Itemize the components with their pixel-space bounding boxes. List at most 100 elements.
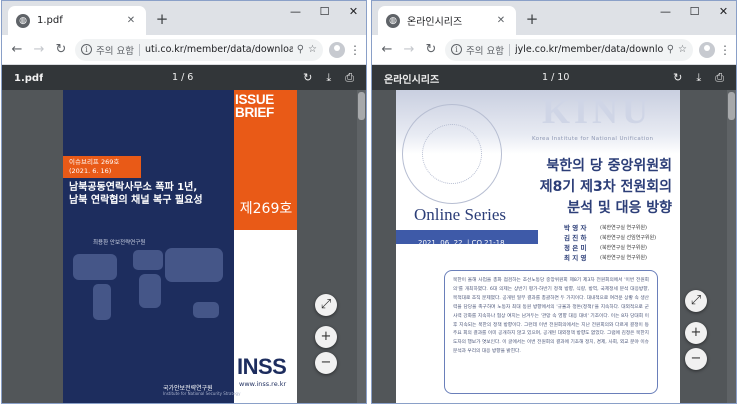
browser-toolbar: ← → ↻ i 주의 요함 jyle.co.kr/member/data/dow…: [372, 35, 736, 65]
issue-label: 이슈브리프 269호 (2021. 6. 16): [63, 156, 141, 178]
search-icon[interactable]: ⚲: [667, 44, 674, 55]
download-icon[interactable]: ⤓: [696, 71, 701, 85]
report-date: 2021. 06. 22. | CO 21-18: [418, 239, 505, 247]
tab-online-series[interactable]: ◍ 온라인시리즈 ✕: [378, 6, 516, 35]
download-icon[interactable]: ⤓: [326, 71, 331, 85]
fit-page-button[interactable]: ⤢: [315, 294, 337, 316]
info-icon[interactable]: i: [451, 44, 462, 55]
forward-button[interactable]: →: [28, 39, 50, 61]
pdf-viewer[interactable]: KINU Korea Institute for National Unific…: [372, 90, 736, 403]
abstract-box: 북한이 올해 사업을 총화 점검하는 조선노동당 중앙위원회 제8기 제3차 전…: [444, 270, 658, 394]
author-affiliation: (북한연구실 선임연구위원): [600, 234, 657, 241]
browser-toolbar: ← → ↻ i 주의 요함 uti.co.kr/member/data/down…: [2, 35, 366, 65]
window-controls: — ☐ ✕: [281, 1, 366, 23]
url-text[interactable]: jyle.co.kr/member/data/download/1.pdf: [515, 44, 663, 55]
headline-line-2: 남북 연락협의 채널 복구 필요성: [69, 195, 203, 206]
world-map-graphic: [73, 248, 223, 320]
issue-label-number: 이슈브리프 269호: [69, 158, 120, 166]
menu-dots-icon[interactable]: ⋮: [718, 43, 732, 57]
pdf-toolbar: 1.pdf 1 / 6 ↻ ⤓ ⎙: [2, 65, 366, 91]
address-bar[interactable]: i 주의 요함 uti.co.kr/member/data/download/1…: [75, 38, 323, 61]
inss-logo: INSS: [237, 354, 287, 379]
page-indicator[interactable]: 1 / 10: [542, 72, 569, 83]
scrollbar-thumb[interactable]: [358, 92, 365, 120]
scrollbar[interactable]: [727, 90, 736, 403]
tab-title: 1.pdf: [37, 15, 63, 26]
organization-name-en: Institute for National Security Strategy: [163, 391, 241, 396]
globe-icon: ◍: [16, 13, 30, 28]
inss-website: www.inss.re.kr: [239, 380, 287, 388]
new-tab-button[interactable]: +: [523, 11, 541, 29]
abstract-text: 북한이 올해 사업을 총화 점검하는 조선노동당 중앙위원회 제8기 제3차 전…: [453, 278, 649, 355]
globe-icon: ◍: [386, 13, 400, 28]
pdf-page: KINU Korea Institute for National Unific…: [396, 90, 680, 403]
forward-button[interactable]: →: [398, 39, 420, 61]
back-button[interactable]: ←: [6, 39, 28, 61]
browser-window-left: ◍ 1.pdf ✕ + — ☐ ✕ ← → ↻ i 주의 요함 uti.co.k…: [1, 0, 367, 404]
avatar-icon[interactable]: [699, 41, 715, 58]
title-line-2: 제8기 제3차 전원회의: [539, 179, 672, 195]
close-window-button[interactable]: ✕: [339, 1, 366, 23]
star-icon[interactable]: ☆: [308, 44, 317, 55]
author-name: 김 진 하: [564, 234, 587, 242]
security-label[interactable]: 주의 요함: [466, 43, 504, 57]
author-list: 박 영 자 (북한연구실 연구위원) 김 진 하 (북한연구실 선임연구위원) 정 …: [564, 222, 676, 262]
pdf-page: 이슈브리프 269호 (2021. 6. 16) 남북공동연락사무소 폭파 1년…: [63, 90, 297, 403]
reload-button[interactable]: ↻: [50, 39, 72, 61]
series-name: Online Series: [413, 205, 507, 224]
star-icon[interactable]: ☆: [678, 44, 687, 55]
author-name: 최 지 영: [564, 254, 587, 262]
kinu-watermark: KINU: [542, 91, 653, 131]
scrollbar[interactable]: [357, 90, 366, 403]
close-tab-icon[interactable]: ✕: [494, 15, 508, 26]
back-button[interactable]: ←: [376, 39, 398, 61]
institute-name: Korea Institute for National Unification: [532, 136, 654, 142]
zoom-in-button[interactable]: +: [315, 326, 337, 348]
pdf-viewer[interactable]: 이슈브리프 269호 (2021. 6. 16) 남북공동연락사무소 폭파 1년…: [2, 90, 366, 403]
security-label[interactable]: 주의 요함: [96, 43, 134, 57]
author-row: 정 은 미 (북한연구실 연구위원): [564, 242, 676, 252]
print-icon[interactable]: ⎙: [345, 71, 354, 85]
browser-window-right: ◍ 온라인시리즈 ✕ + — ☐ ✕ ← → ↻ i 주의 요함 jyle.co…: [371, 0, 737, 404]
report-title: 북한의 당 중앙위원회 제8기 제3차 전원회의 분석 및 대응 방향: [522, 156, 672, 219]
author-affiliation: (북한연구실 연구위원): [600, 244, 647, 251]
pdf-title: 1.pdf: [14, 72, 44, 84]
tab-strip: ◍ 온라인시리즈 ✕ + — ☐ ✕: [372, 1, 736, 35]
title-line-1: 북한의 당 중앙위원회: [546, 158, 672, 174]
search-icon[interactable]: ⚲: [297, 44, 304, 55]
minimize-button[interactable]: —: [651, 1, 680, 23]
pdf-toolbar: 온라인시리즈 1 / 10 ↻ ⤓ ⎙: [372, 65, 736, 91]
pdf-title: 온라인시리즈: [384, 74, 440, 86]
rotate-icon[interactable]: ↻: [673, 71, 682, 85]
brief-author: 최용환 안보전략연구원: [93, 240, 146, 246]
print-icon[interactable]: ⎙: [715, 71, 724, 85]
fit-page-button[interactable]: ⤢: [685, 290, 707, 312]
url-text[interactable]: uti.co.kr/member/data/download/1.pdf: [145, 44, 293, 55]
menu-dots-icon[interactable]: ⋮: [348, 43, 362, 57]
divider: [508, 43, 510, 56]
date-band: 2021. 06. 22. | CO 21-18: [396, 230, 538, 247]
zoom-out-button[interactable]: −: [315, 352, 337, 374]
maximize-button[interactable]: ☐: [310, 1, 339, 23]
issue-brief-heading: ISSUE BRIEF: [235, 92, 275, 120]
close-window-button[interactable]: ✕: [709, 1, 736, 23]
window-controls: — ☐ ✕: [651, 1, 736, 23]
tab-1-pdf[interactable]: ◍ 1.pdf ✕: [8, 6, 146, 35]
zoom-out-button[interactable]: −: [685, 348, 707, 370]
zoom-in-button[interactable]: +: [685, 322, 707, 344]
close-tab-icon[interactable]: ✕: [124, 15, 138, 26]
minimize-button[interactable]: —: [281, 1, 310, 23]
page-indicator[interactable]: 1 / 6: [172, 72, 193, 83]
maximize-button[interactable]: ☐: [680, 1, 709, 23]
new-tab-button[interactable]: +: [153, 11, 171, 29]
author-row: 최 지 영 (북한연구실 연구위원): [564, 252, 676, 262]
decorative-circle: [422, 124, 482, 184]
author-name: 정 은 미: [564, 244, 587, 252]
scrollbar-thumb[interactable]: [728, 92, 735, 120]
headline-line-1: 남북공동연락사무소 폭파 1년,: [69, 182, 198, 193]
reload-button[interactable]: ↻: [420, 39, 442, 61]
rotate-icon[interactable]: ↻: [303, 71, 312, 85]
avatar-icon[interactable]: [329, 41, 345, 58]
info-icon[interactable]: i: [81, 44, 92, 55]
address-bar[interactable]: i 주의 요함 jyle.co.kr/member/data/download/…: [445, 38, 693, 61]
